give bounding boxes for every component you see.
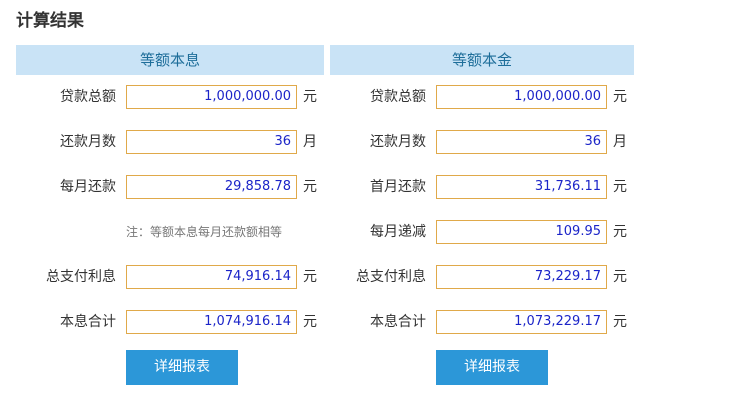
total-interest-unit: 元 <box>303 269 317 285</box>
monthly-payment-label: 每月还款 <box>60 179 116 195</box>
months-label: 还款月数 <box>370 134 426 150</box>
total-label: 本息合计 <box>60 314 116 330</box>
loan-amount-unit: 元 <box>303 89 317 105</box>
equal-installment-header: 等额本息 <box>16 45 324 75</box>
monthly-payment-row: 每月还款 29,858.78 元 <box>16 175 324 199</box>
first-payment-field[interactable]: 31,736.11 <box>436 175 607 199</box>
months-unit: 月 <box>303 134 317 150</box>
months-field[interactable]: 36 <box>436 130 607 154</box>
total-interest-label: 总支付利息 <box>356 269 426 285</box>
equal-installment-note: 注：等额本息每月还款额相等 <box>126 225 283 239</box>
total-unit: 元 <box>303 314 317 330</box>
total-interest-field[interactable]: 74,916.14 <box>126 265 297 289</box>
total-label: 本息合计 <box>370 314 426 330</box>
equal-principal-panel: 等额本金 贷款总额 1,000,000.00 元 还款月数 36 月 首月还款 … <box>330 45 634 385</box>
monthly-decrease-field[interactable]: 109.95 <box>436 220 607 244</box>
first-payment-label: 首月还款 <box>370 179 426 195</box>
months-row: 还款月数 36 月 <box>330 130 634 154</box>
first-payment-row: 首月还款 31,736.11 元 <box>330 175 634 199</box>
total-unit: 元 <box>613 314 627 330</box>
total-row: 本息合计 1,073,229.17 元 <box>330 310 634 334</box>
monthly-decrease-label: 每月递减 <box>370 224 426 240</box>
total-field[interactable]: 1,074,916.14 <box>126 310 297 334</box>
total-interest-field[interactable]: 73,229.17 <box>436 265 607 289</box>
equal-principal-header: 等额本金 <box>330 45 634 75</box>
months-unit: 月 <box>613 134 627 150</box>
monthly-payment-field[interactable]: 29,858.78 <box>126 175 297 199</box>
total-interest-row: 总支付利息 73,229.17 元 <box>330 265 634 289</box>
first-payment-unit: 元 <box>613 179 627 195</box>
loan-amount-label: 贷款总额 <box>370 89 426 105</box>
monthly-decrease-unit: 元 <box>613 224 627 240</box>
total-row: 本息合计 1,074,916.14 元 <box>16 310 324 334</box>
total-interest-label: 总支付利息 <box>46 269 116 285</box>
equal-installment-panel: 等额本息 贷款总额 1,000,000.00 元 还款月数 36 月 每月还款 … <box>16 45 324 385</box>
months-field[interactable]: 36 <box>126 130 297 154</box>
total-interest-unit: 元 <box>613 269 627 285</box>
months-label: 还款月数 <box>60 134 116 150</box>
months-row: 还款月数 36 月 <box>16 130 324 154</box>
loan-amount-label: 贷款总额 <box>60 89 116 105</box>
note-row: 注：等额本息每月还款额相等 <box>16 220 324 244</box>
detail-report-button[interactable]: 详细报表 <box>126 350 238 385</box>
loan-amount-field[interactable]: 1,000,000.00 <box>436 85 607 109</box>
loan-amount-row: 贷款总额 1,000,000.00 元 <box>16 85 324 109</box>
page-title: 计算结果 <box>16 11 84 31</box>
total-interest-row: 总支付利息 74,916.14 元 <box>16 265 324 289</box>
total-field[interactable]: 1,073,229.17 <box>436 310 607 334</box>
loan-amount-field[interactable]: 1,000,000.00 <box>126 85 297 109</box>
loan-amount-row: 贷款总额 1,000,000.00 元 <box>330 85 634 109</box>
monthly-payment-unit: 元 <box>303 179 317 195</box>
detail-report-button[interactable]: 详细报表 <box>436 350 548 385</box>
loan-amount-unit: 元 <box>613 89 627 105</box>
monthly-decrease-row: 每月递减 109.95 元 <box>330 220 634 244</box>
